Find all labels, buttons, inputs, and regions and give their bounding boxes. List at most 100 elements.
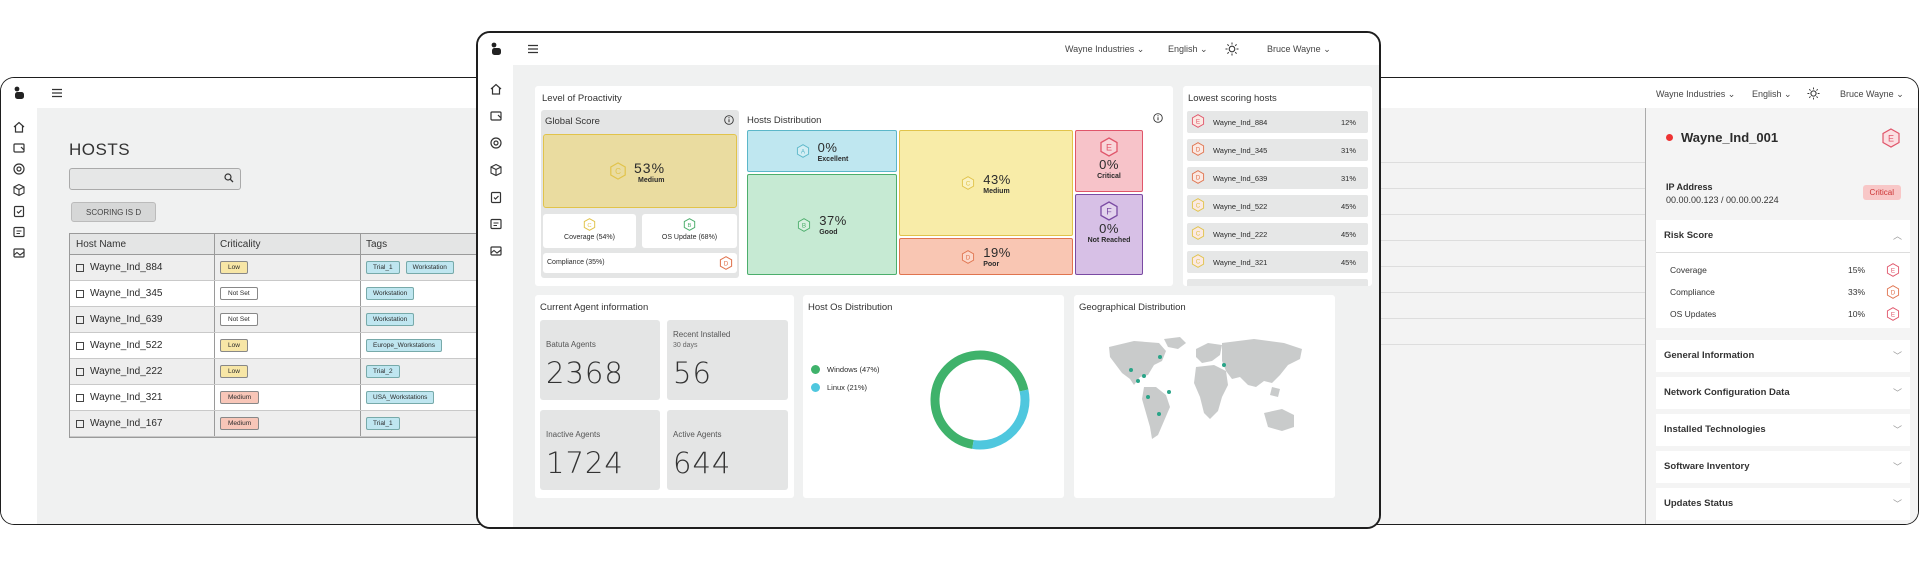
main-sidebar: [478, 33, 513, 527]
tag-badge: Workstation: [366, 313, 415, 326]
accordion-section[interactable]: Updates Status ﹀: [1656, 488, 1910, 520]
message-icon[interactable]: [489, 217, 503, 231]
home-icon[interactable]: [12, 120, 26, 134]
accordion-section[interactable]: Network Configuration Data ﹀: [1656, 377, 1910, 409]
row-checkbox[interactable]: [76, 289, 84, 298]
column-header[interactable]: Host Name: [70, 234, 215, 254]
image-icon[interactable]: [12, 246, 26, 260]
row-checkbox[interactable]: [76, 341, 84, 350]
sun-icon[interactable]: [1807, 87, 1820, 100]
dist-tile-excellent[interactable]: A 0% Excellent: [747, 130, 897, 172]
svg-text:C: C: [966, 180, 971, 187]
active-agents-value: 644: [673, 446, 732, 480]
accordion-section[interactable]: Software Inventory ﹀: [1656, 451, 1910, 483]
table-row[interactable]: Wayne_Ind_639 Not Set Workstation: [70, 307, 510, 333]
search-input[interactable]: [69, 168, 241, 190]
status-dot: [1666, 134, 1673, 141]
dist-tile-medium[interactable]: C 43% Medium: [899, 130, 1073, 236]
download-icon[interactable]: [489, 109, 503, 123]
lowest-host-row[interactable]: C Wayne_Ind_522 45%: [1187, 195, 1368, 217]
filter-chip[interactable]: SCORING IS D: [71, 202, 157, 222]
target-icon[interactable]: [489, 136, 503, 150]
target-icon[interactable]: [12, 162, 26, 176]
svg-text:C: C: [615, 167, 621, 176]
menu-icon[interactable]: [527, 43, 539, 55]
coverage-label: Coverage (54%): [564, 234, 615, 241]
cube-icon[interactable]: [12, 183, 26, 197]
grade-e-icon: E: [1886, 263, 1900, 277]
grade-b-icon: B: [798, 217, 811, 232]
user-menu[interactable]: Bruce Wayne ⌄: [1267, 44, 1331, 55]
chevron-down-icon: ⌄: [1784, 89, 1792, 99]
row-checkbox[interactable]: [76, 367, 84, 376]
dist-tile-critical[interactable]: E 0% Critical: [1075, 130, 1143, 192]
clipboard-icon[interactable]: [12, 204, 26, 218]
legend-label: Windows (47%): [827, 365, 880, 374]
risk-score-row: Compliance 33% D: [1656, 281, 1910, 303]
svg-text:D: D: [966, 254, 971, 261]
dist-tile-not-reached[interactable]: F 0% Not Reached: [1075, 194, 1143, 275]
download-icon[interactable]: [12, 141, 26, 155]
agent-info-card: Current Agent information Batuta Agents …: [535, 295, 794, 498]
lowest-host-row[interactable]: D Wayne_Ind_345 31%: [1187, 139, 1368, 161]
accordion-section[interactable]: Installed Technologies ﹀: [1656, 414, 1910, 446]
lowest-host-row[interactable]: C Wayne_Ind_321 45%: [1187, 251, 1368, 273]
risk-label: Compliance: [1670, 287, 1715, 297]
risk-score-row: OS Updates 10% E: [1656, 303, 1910, 325]
cube-icon[interactable]: [489, 163, 503, 177]
svg-text:D: D: [724, 260, 729, 267]
lowest-host-row[interactable]: C Wayne_Ind_222 45%: [1187, 223, 1368, 245]
table-row[interactable]: Wayne_Ind_222 Low Trial_2: [70, 359, 510, 385]
column-header[interactable]: Criticality: [215, 234, 361, 254]
risk-score-header[interactable]: Risk Score ︿: [1656, 220, 1910, 252]
svg-text:C: C: [1196, 230, 1201, 237]
menu-icon[interactable]: [51, 87, 63, 99]
legend-label: Linux (21%): [827, 383, 868, 392]
row-checkbox[interactable]: [76, 263, 84, 272]
table-row[interactable]: Wayne_Ind_321 Medium USA_Workstations: [70, 385, 510, 411]
host-name: Wayne_Ind_639: [90, 314, 163, 325]
org-selector[interactable]: Wayne Industries ⌄: [1656, 89, 1735, 100]
table-row[interactable]: Wayne_Ind_884 Low Trial_1 Workstation: [70, 255, 510, 281]
table-row[interactable]: Wayne_Ind_167 Medium Trial_1: [70, 411, 510, 437]
language-name: English: [1752, 89, 1782, 99]
dist-tile-good[interactable]: B 37% Good: [747, 174, 897, 275]
message-icon[interactable]: [12, 225, 26, 239]
grade-c-icon: C: [583, 218, 596, 231]
hosts-list-background: [1370, 108, 1647, 524]
batuta-agents-value: 2368: [546, 356, 624, 390]
info-icon[interactable]: [1153, 113, 1163, 123]
logo-icon: [491, 42, 501, 55]
global-score-panel: Global Score C 53% Medium C Coverage (54…: [541, 110, 739, 278]
criticality-badge: Low: [220, 261, 248, 274]
table-row[interactable]: Wayne_Ind_522 Low Europe_Workstations: [70, 333, 510, 359]
card-title: Geographical Distribution: [1079, 302, 1186, 313]
accordion-section[interactable]: General Information ﹀: [1656, 340, 1910, 372]
clipboard-icon[interactable]: [489, 190, 503, 204]
org-name: Wayne Industries: [1065, 44, 1135, 54]
org-selector[interactable]: Wayne Industries ⌄: [1065, 44, 1144, 55]
row-checkbox[interactable]: [76, 315, 84, 324]
row-checkbox[interactable]: [76, 419, 84, 428]
host-name: Wayne_Ind_222: [1213, 229, 1268, 239]
user-menu[interactable]: Bruce Wayne ⌄: [1840, 89, 1904, 100]
dist-tile-poor[interactable]: D 19% Poor: [899, 238, 1073, 275]
home-icon[interactable]: [489, 82, 503, 96]
host-name: Wayne_Ind_001: [1681, 130, 1779, 145]
image-icon[interactable]: [489, 244, 503, 258]
dashboard-content: Level of Proactivity Global Score C 53% …: [513, 65, 1379, 527]
os-donut-chart: [930, 350, 1030, 450]
table-row[interactable]: Wayne_Ind_345 Not Set Workstation: [70, 281, 510, 307]
lowest-host-row[interactable]: E Wayne_Ind_884 12%: [1187, 111, 1368, 133]
language-selector[interactable]: English ⌄: [1168, 44, 1208, 55]
language-selector[interactable]: English ⌄: [1752, 89, 1792, 100]
sun-icon[interactable]: [1225, 42, 1239, 56]
lowest-host-row[interactable]: D Wayne_Ind_639 31%: [1187, 167, 1368, 189]
host-header: Wayne_Ind_001: [1666, 130, 1778, 145]
info-icon[interactable]: [724, 115, 734, 125]
os-update-label: OS Update (68%): [661, 234, 718, 241]
recent-installed-value: 56: [673, 356, 712, 390]
lowest-scoring-card: Lowest scoring hosts E Wayne_Ind_884 12% D W…: [1183, 86, 1372, 286]
row-checkbox[interactable]: [76, 393, 84, 402]
grade-d-icon: D: [719, 256, 733, 270]
